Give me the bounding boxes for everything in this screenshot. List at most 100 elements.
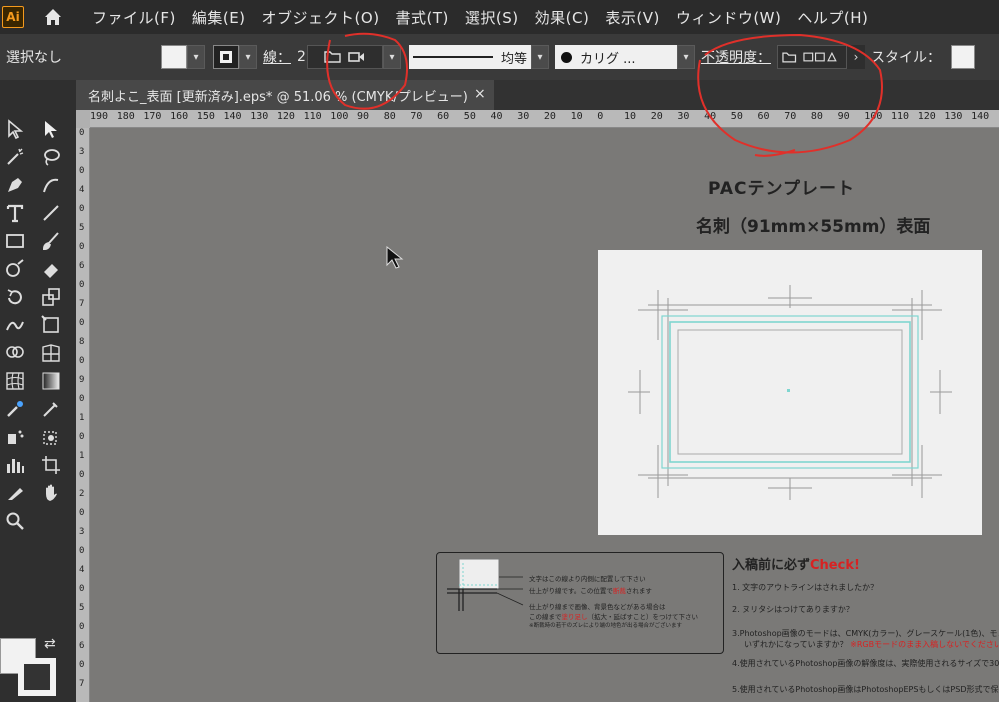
eraser-tool-icon[interactable] bbox=[36, 256, 66, 282]
legend-note-bleed-2: この線まで塗り足し（拡大・延ばすこと）をつけて下さい bbox=[529, 611, 698, 621]
ruler-tick-label: 50 bbox=[730, 111, 743, 122]
stroke-swatch[interactable] bbox=[213, 45, 239, 69]
pen-tool-icon[interactable] bbox=[0, 172, 30, 198]
ruler-tick-label: 0 bbox=[79, 166, 85, 176]
warp-tool-icon[interactable] bbox=[0, 312, 30, 338]
document-tab[interactable]: 名刺よこ_表面 [更新済み].eps* @ 51.06 % (CMYK/プレビュ… bbox=[76, 80, 494, 110]
ruler-tick-label: 2 bbox=[79, 489, 85, 499]
brush-name: カリグ ... bbox=[580, 51, 636, 67]
ruler-tick-label: 30 bbox=[517, 111, 530, 122]
chevron-right-icon[interactable]: › bbox=[847, 45, 865, 69]
menu-help[interactable]: ヘルプ(H) bbox=[797, 7, 868, 28]
document-tab-title: 名刺よこ_表面 [更新済み].eps* @ 51.06 % (CMYK/プレビュ… bbox=[88, 89, 468, 105]
stroke-dropdown-icon[interactable]: ▾ bbox=[239, 45, 257, 69]
direct-selection-tool-icon[interactable] bbox=[36, 116, 66, 142]
free-transform-tool-icon[interactable] bbox=[36, 312, 66, 338]
ruler-tick-label: 6 bbox=[79, 641, 85, 651]
check-item-1: 1. 文字のアウトラインはされましたか？ bbox=[732, 583, 879, 592]
ruler-tick-label: 0 bbox=[79, 546, 85, 556]
selection-tool-icon[interactable] bbox=[0, 116, 30, 142]
check-item-5: 5.使用されているPhotoshop画像はPhotoshopEPSもしくはPSD… bbox=[732, 685, 999, 694]
menu-type[interactable]: 書式(T) bbox=[396, 7, 449, 28]
menu-window[interactable]: ウィンドウ(W) bbox=[676, 7, 782, 28]
ruler-tick-label: 5 bbox=[79, 223, 85, 233]
stroke-weight-value[interactable]: 2 bbox=[297, 49, 307, 65]
ruler-tick-label: 0 bbox=[79, 318, 85, 328]
curvature-tool-icon[interactable] bbox=[36, 172, 66, 198]
ruler-tick-label: 0 bbox=[79, 622, 85, 632]
menu-edit[interactable]: 編集(E) bbox=[192, 7, 246, 28]
gradient-tool-icon[interactable] bbox=[36, 368, 66, 394]
ruler-tick-label: 80 bbox=[383, 111, 396, 122]
opacity-label[interactable]: 不透明度： bbox=[701, 47, 771, 67]
menu-file[interactable]: ファイル(F) bbox=[92, 7, 176, 28]
menu-select[interactable]: 選択(S) bbox=[465, 7, 519, 28]
stroke-options-dropdown-icon[interactable]: ▾ bbox=[383, 45, 401, 69]
checklist-title-text: 入稿前に必ず bbox=[732, 558, 811, 573]
hand-tool-icon[interactable] bbox=[36, 480, 66, 506]
ruler-tick-label: 40 bbox=[490, 111, 503, 122]
control-bar: 選択なし ▾ ▾ 線： 2 ▾ 均等 ▾ カリグ ... ▾ 不透明度： › ス… bbox=[0, 34, 999, 80]
template-title: PACテンプレート bbox=[708, 179, 856, 199]
stroke-color-swatch[interactable] bbox=[18, 658, 56, 696]
ruler-tick-label: 10 bbox=[624, 111, 637, 122]
artboard-tool-icon[interactable] bbox=[36, 452, 66, 478]
opacity-options-field[interactable] bbox=[777, 45, 847, 69]
horizontal-ruler[interactable]: 190 180 170 160 150 140 130 120 110 100 90 80 70 60 50… bbox=[90, 110, 999, 128]
shape-builder-tool-icon[interactable] bbox=[0, 340, 30, 366]
variable-width-profile[interactable]: 均等 bbox=[409, 45, 531, 69]
style-swatch[interactable] bbox=[951, 45, 975, 69]
brush-dot-icon bbox=[561, 51, 572, 63]
perspective-grid-tool-icon[interactable] bbox=[36, 340, 66, 366]
ruler-tick-label: 70 bbox=[410, 111, 423, 122]
slice-select-tool-icon[interactable] bbox=[36, 424, 66, 450]
vertical-ruler[interactable]: 0 3 0 4 0 5 0 6 0 7 0 8 0 9 0 1 0 1 0 2 0 3 0 4 0 5 0 6 0 7 bbox=[76, 128, 90, 702]
ruler-tick-label: 70 bbox=[784, 111, 797, 122]
trim-marks-guides bbox=[628, 285, 952, 500]
mouse-cursor-icon bbox=[386, 246, 404, 269]
tools-panel: ⇄ bbox=[0, 80, 76, 702]
magic-wand-icon[interactable] bbox=[0, 144, 30, 170]
lasso-tool-icon[interactable] bbox=[36, 144, 66, 170]
menu-object[interactable]: オブジェクト(O) bbox=[262, 7, 380, 28]
artboard[interactable] bbox=[598, 250, 982, 535]
ruler-tick-label: 5 bbox=[79, 603, 85, 613]
ruler-tick-label: 190 bbox=[90, 111, 109, 122]
menu-effect[interactable]: 効果(C) bbox=[535, 7, 590, 28]
brush-definition-field[interactable]: カリグ ... bbox=[555, 45, 677, 69]
home-icon[interactable] bbox=[40, 4, 66, 30]
slice-tool-icon[interactable] bbox=[0, 480, 30, 506]
line-tool-icon[interactable] bbox=[36, 200, 66, 226]
symbol-sprayer-tool-icon[interactable] bbox=[0, 424, 30, 450]
close-icon[interactable]: × bbox=[474, 86, 486, 102]
stroke-options-field[interactable] bbox=[307, 45, 383, 69]
menu-view[interactable]: 表示(V) bbox=[605, 7, 659, 28]
swap-colors-icon[interactable]: ⇄ bbox=[44, 636, 56, 652]
fill-swatch[interactable] bbox=[161, 45, 187, 69]
ruler-tick-label: 110 bbox=[303, 111, 322, 122]
checklist-title-accent: Check! bbox=[810, 558, 860, 573]
rectangle-tool-icon[interactable] bbox=[0, 228, 30, 254]
brush-dropdown-icon[interactable]: ▾ bbox=[677, 45, 695, 69]
shaper-tool-icon[interactable] bbox=[0, 256, 30, 282]
ruler-tick-label: 0 bbox=[79, 508, 85, 518]
ruler-tick-label: 90 bbox=[837, 111, 850, 122]
zoom-tool-icon[interactable] bbox=[0, 508, 30, 534]
check-item-2: 2. ヌリタシはつけてありますか？ bbox=[732, 605, 854, 614]
ruler-origin[interactable] bbox=[76, 110, 90, 128]
ruler-tick-label: 0 bbox=[79, 280, 85, 290]
paintbrush-tool-icon[interactable] bbox=[36, 228, 66, 254]
canvas[interactable]: PACテンプレート 名刺（91mm×55mm）表面 文字はこの線より内側に配置し… bbox=[90, 128, 999, 702]
column-graph-tool-icon[interactable] bbox=[0, 452, 30, 478]
legend-note-bleed-1: 仕上がり線まで画像、背景色などがある場合は bbox=[529, 603, 666, 611]
rotate-tool-icon[interactable] bbox=[0, 284, 30, 310]
fill-dropdown-icon[interactable]: ▾ bbox=[187, 45, 205, 69]
stroke-label[interactable]: 線： bbox=[263, 47, 291, 67]
scale-tool-icon[interactable] bbox=[36, 284, 66, 310]
type-tool-icon[interactable] bbox=[0, 200, 30, 226]
mesh-tool-icon[interactable] bbox=[0, 368, 30, 394]
measure-tool-icon[interactable] bbox=[36, 396, 66, 422]
eyedropper-tool-icon[interactable] bbox=[0, 396, 30, 422]
profile-dropdown-icon[interactable]: ▾ bbox=[531, 45, 549, 69]
ruler-tick-label: 0 bbox=[79, 128, 85, 138]
